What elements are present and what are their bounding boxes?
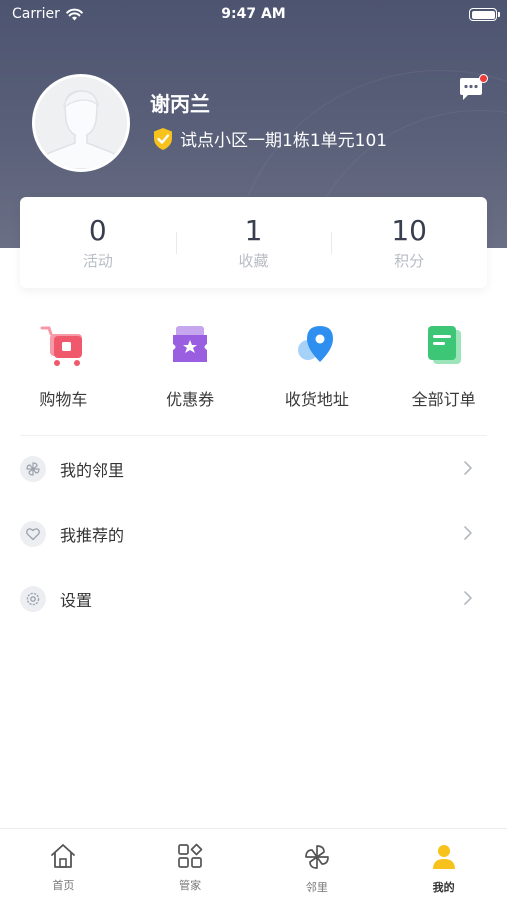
- shopping-cart-button[interactable]: 购物车: [0, 322, 127, 412]
- verified-shield-icon: [154, 127, 172, 150]
- stat-activities[interactable]: 0 活动: [20, 214, 176, 271]
- pinwheel-icon: [20, 455, 46, 482]
- unread-badge: [479, 74, 488, 83]
- stat-value: 10: [391, 214, 427, 247]
- tab-label: 我的: [432, 881, 455, 894]
- home-icon: [51, 844, 76, 868]
- coupon-label: 优惠券: [166, 390, 215, 409]
- default-avatar-icon: [35, 77, 127, 169]
- stat-value: 1: [244, 214, 263, 247]
- stat-label: 积分: [394, 252, 425, 270]
- quick-actions: 购物车 优惠券 收货地址 全部订单: [0, 322, 507, 412]
- status-time: 9:47 AM: [221, 6, 286, 22]
- messages-button[interactable]: [458, 74, 488, 102]
- shopping-cart-icon: [40, 326, 83, 366]
- verified-address-row: 试点小区一期1栋1单元101: [152, 126, 387, 151]
- stat-points[interactable]: 10 积分: [331, 214, 487, 271]
- pinwheel-icon: [305, 845, 329, 869]
- menu-item-label: 设置: [60, 590, 93, 610]
- stats-card: 0 活动 1 收藏 10 积分: [20, 197, 487, 288]
- tab-label: 邻里: [305, 881, 328, 894]
- chevron-right-icon: [464, 591, 472, 605]
- coupon-button[interactable]: 优惠券: [127, 322, 254, 412]
- tab-home[interactable]: 首页: [0, 829, 127, 900]
- all-orders-button[interactable]: 全部订单: [380, 322, 507, 412]
- shopping-cart-label: 购物车: [39, 390, 88, 409]
- location-pin-icon: [297, 326, 333, 362]
- community-address: 试点小区一期1栋1单元101: [180, 131, 388, 151]
- chevron-right-icon: [464, 526, 472, 540]
- menu-item-label: 我的邻里: [60, 460, 125, 480]
- heart-icon: [20, 520, 46, 547]
- tab-label: 首页: [52, 879, 75, 892]
- menu-item-settings[interactable]: 设置: [20, 566, 487, 631]
- shipping-address-label: 收货地址: [284, 390, 349, 409]
- all-orders-label: 全部订单: [411, 390, 476, 409]
- menu-item-neighbors[interactable]: 我的邻里: [20, 436, 487, 501]
- person-icon: [432, 845, 455, 869]
- order-list-icon: [427, 326, 461, 364]
- tab-neighbors[interactable]: 邻里: [254, 829, 381, 900]
- tab-label: 管家: [179, 879, 202, 892]
- coupon-icon: [173, 326, 208, 362]
- status-bar: Carrier 9:47 AM: [0, 0, 507, 30]
- user-name: 谢丙兰: [150, 92, 210, 116]
- tab-butler[interactable]: 管家: [127, 829, 254, 900]
- stat-favorites[interactable]: 1 收藏: [175, 214, 332, 271]
- gear-icon: [20, 585, 46, 612]
- stat-value: 0: [88, 214, 107, 247]
- chevron-right-icon: [464, 461, 472, 475]
- shipping-address-button[interactable]: 收货地址: [254, 322, 381, 412]
- grid-icon: [178, 843, 203, 868]
- tab-mine[interactable]: 我的: [380, 829, 507, 900]
- bottom-tab-bar: 首页 管家 邻里 我的: [0, 828, 507, 900]
- menu-item-recommended[interactable]: 我推荐的: [20, 501, 487, 566]
- avatar[interactable]: [32, 74, 130, 172]
- battery-icon: [469, 8, 500, 21]
- settings-menu: 我的邻里 我推荐的 设置: [20, 435, 487, 631]
- stat-label: 收藏: [238, 252, 269, 270]
- stat-label: 活动: [82, 252, 113, 270]
- menu-item-label: 我推荐的: [60, 525, 125, 545]
